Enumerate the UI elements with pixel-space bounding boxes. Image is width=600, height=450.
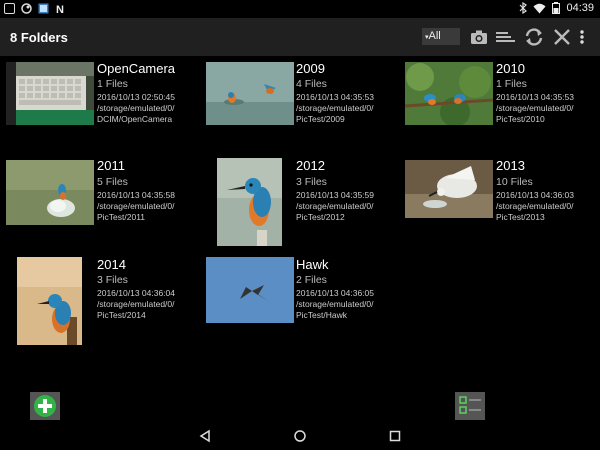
folder-path-leaf: PicTest/Hawk	[296, 310, 348, 320]
folder-date: 2016/10/13 02:50:45	[97, 92, 175, 102]
folder-name: 2014	[97, 257, 126, 272]
bluetooth-icon	[520, 2, 528, 14]
filter-value: All	[428, 30, 441, 42]
sort-icon[interactable]	[494, 26, 516, 48]
folder-thumbnail[interactable]	[405, 160, 493, 218]
folder-details: 2016/10/13 02:50:45 /storage/emulated/0/…	[97, 92, 175, 125]
folder-date: 2016/10/13 04:35:58	[97, 190, 175, 200]
list-view-icon	[459, 396, 481, 414]
folder-path: /storage/emulated/0/	[496, 103, 574, 113]
folder-thumbnail[interactable]	[6, 160, 94, 225]
folder-path: /storage/emulated/0/	[296, 201, 374, 211]
folder-thumbnail[interactable]	[217, 158, 282, 246]
folder-thumbnail[interactable]	[17, 257, 82, 345]
filter-dropdown[interactable]: ▾All	[422, 28, 460, 45]
folder-name: 2010	[496, 61, 525, 76]
folder-path: /storage/emulated/0/	[296, 299, 374, 309]
folder-file-count: 4 Files	[296, 78, 327, 90]
camera-icon[interactable]	[468, 26, 490, 48]
circle-icon	[21, 3, 32, 14]
folder-path-leaf: PicTest/2010	[496, 114, 545, 124]
folder-name: 2009	[296, 61, 325, 76]
view-mode-button[interactable]	[455, 392, 485, 420]
folder-name: OpenCamera	[97, 61, 176, 76]
folder-details: 2016/10/13 04:35:58 /storage/emulated/0/…	[97, 190, 175, 223]
folder-file-count: 3 Files	[97, 274, 128, 286]
folder-date: 2016/10/13 04:36:04	[97, 288, 175, 298]
folder-details: 2016/10/13 04:36:03 /storage/emulated/0/…	[496, 190, 574, 223]
svg-text:N: N	[56, 4, 64, 14]
folder-path-leaf: PicTest/2013	[496, 212, 545, 222]
folder-path: /storage/emulated/0/	[97, 201, 175, 211]
folder-details: 2016/10/13 04:36:04 /storage/emulated/0/…	[97, 288, 175, 321]
folder-path-leaf: PicTest/2014	[97, 310, 146, 320]
folder-date: 2016/10/13 04:35:53	[496, 92, 574, 102]
folder-file-count: 10 Files	[496, 176, 533, 188]
status-time: 04:39	[566, 2, 594, 14]
folder-file-count: 2 Files	[296, 274, 327, 286]
back-icon[interactable]	[198, 429, 212, 443]
folder-path-leaf: DCIM/OpenCamera	[97, 114, 173, 124]
wifi-icon	[533, 3, 546, 13]
folder-thumbnail[interactable]	[206, 62, 294, 125]
folder-details: 2016/10/13 04:36:05 /storage/emulated/0/…	[296, 288, 374, 321]
folder-path-leaf: PicTest/2011	[97, 212, 146, 222]
battery-icon	[552, 2, 561, 14]
folder-path-leaf: PicTest/2009	[296, 114, 345, 124]
folder-thumbnail[interactable]	[6, 62, 94, 125]
folder-path: /storage/emulated/0/	[496, 201, 574, 211]
folder-details: 2016/10/13 04:35:53 /storage/emulated/0/…	[496, 92, 574, 125]
square-icon	[4, 3, 15, 14]
folder-details: 2016/10/13 04:35:59 /storage/emulated/0/…	[296, 190, 374, 223]
folder-file-count: 5 Files	[97, 176, 128, 188]
folder-name: 2013	[496, 158, 525, 173]
folder-thumbnail[interactable]	[405, 62, 493, 125]
folder-file-count: 3 Files	[296, 176, 327, 188]
folder-file-count: 1 Files	[496, 78, 527, 90]
folder-file-count: 1 Files	[97, 78, 128, 90]
folder-details: 2016/10/13 04:35:53 /storage/emulated/0/…	[296, 92, 374, 125]
recents-icon[interactable]	[388, 429, 402, 443]
n-icon: N	[56, 4, 64, 14]
folder-path: /storage/emulated/0/	[97, 299, 175, 309]
image-app-icon	[38, 3, 49, 14]
add-icon	[34, 395, 56, 417]
more-vert-icon[interactable]	[576, 26, 588, 48]
add-folder-button[interactable]	[30, 392, 60, 420]
close-icon[interactable]	[551, 26, 573, 48]
folder-date: 2016/10/13 04:36:03	[496, 190, 574, 200]
page-title: 8 Folders	[10, 30, 68, 45]
folder-name: 2012	[296, 158, 325, 173]
navigation-bar	[0, 422, 600, 450]
folder-date: 2016/10/13 04:35:59	[296, 190, 374, 200]
folder-name: 2011	[97, 158, 125, 173]
folder-path: /storage/emulated/0/	[97, 103, 175, 113]
folder-date: 2016/10/13 04:35:53	[296, 92, 374, 102]
folder-thumbnail[interactable]	[206, 257, 294, 323]
refresh-icon[interactable]	[523, 26, 545, 48]
home-icon[interactable]	[293, 429, 307, 443]
action-bar: 8 Folders ▾All	[0, 18, 600, 56]
folder-date: 2016/10/13 04:36:05	[296, 288, 374, 298]
folder-path: /storage/emulated/0/	[296, 103, 374, 113]
folder-name: Hawk	[296, 257, 329, 272]
status-bar: N 04:39	[0, 0, 600, 18]
folder-path-leaf: PicTest/2012	[296, 212, 345, 222]
